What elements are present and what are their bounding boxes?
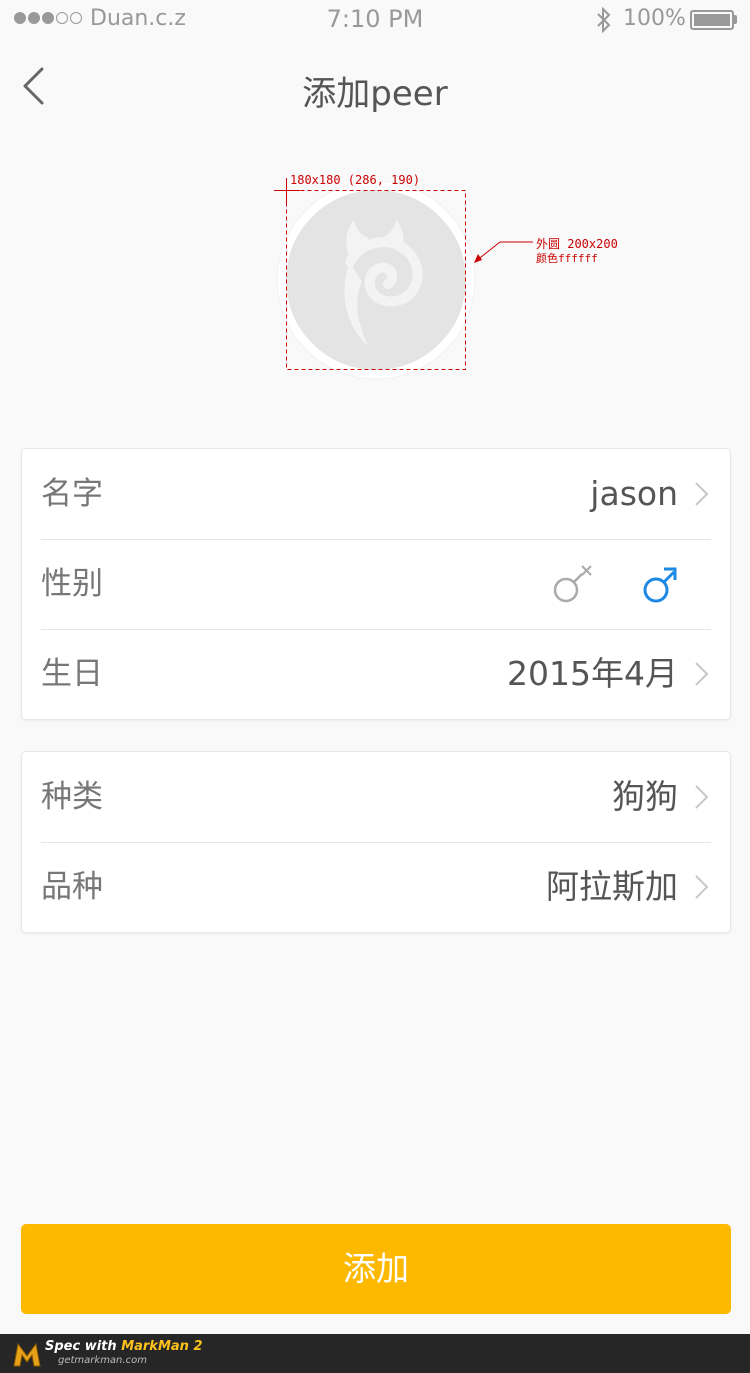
breed-row[interactable]: 品种 阿拉斯加 <box>22 842 730 932</box>
kind-label: 种类 <box>41 779 103 815</box>
footer-url: getmarkman.com <box>58 1355 147 1366</box>
chevron-right-icon <box>695 662 709 686</box>
bluetooth-icon <box>597 7 611 33</box>
markman-footer: Spec with MarkMan 2 getmarkman.com <box>0 1334 750 1373</box>
chevron-right-icon <box>695 785 709 809</box>
add-button[interactable]: 添加 <box>21 1224 731 1314</box>
chevron-right-icon <box>695 875 709 899</box>
birthday-label: 生日 <box>41 656 103 692</box>
breed-value: 阿拉斯加 <box>546 867 678 906</box>
profile-card: 名字 jason 性别 生日 2015年4月 <box>21 448 731 720</box>
spec-annotation <box>274 178 500 370</box>
footer-title-prefix: Spec with <box>45 1339 122 1354</box>
gender-row: 性别 <box>22 539 730 629</box>
markman-logo-icon <box>13 1342 41 1367</box>
battery-percent: 100% <box>623 6 686 31</box>
battery-tip <box>734 15 737 24</box>
kind-row[interactable]: 种类 狗狗 <box>22 752 730 842</box>
pet-card: 种类 狗狗 品种 阿拉斯加 <box>21 751 731 933</box>
status-bar: Duan.c.z 7:10 PM 100% <box>0 0 750 40</box>
name-value: jason <box>590 474 678 513</box>
name-row[interactable]: 名字 jason <box>22 449 730 539</box>
page-title: 添加peer <box>302 74 448 114</box>
birthday-value: 2015年4月 <box>507 654 678 693</box>
battery-icon <box>690 10 734 30</box>
male-unselected-icon[interactable] <box>552 561 596 607</box>
male-selected-icon[interactable] <box>638 561 682 607</box>
chevron-right-icon <box>695 482 709 506</box>
annotation-color-label: 颜色ffffff <box>536 252 598 265</box>
birthday-row[interactable]: 生日 2015年4月 <box>22 629 730 719</box>
footer-brand: MarkMan 2 <box>121 1339 203 1354</box>
annotation-leader-line <box>500 241 533 243</box>
kind-value: 狗狗 <box>612 777 678 816</box>
annotation-size-label: 180x180 (286, 190) <box>290 173 421 187</box>
breed-label: 品种 <box>41 869 103 905</box>
gender-label: 性别 <box>41 566 103 602</box>
footer-title: Spec with MarkMan 2 <box>45 1339 203 1354</box>
name-label: 名字 <box>41 476 103 512</box>
